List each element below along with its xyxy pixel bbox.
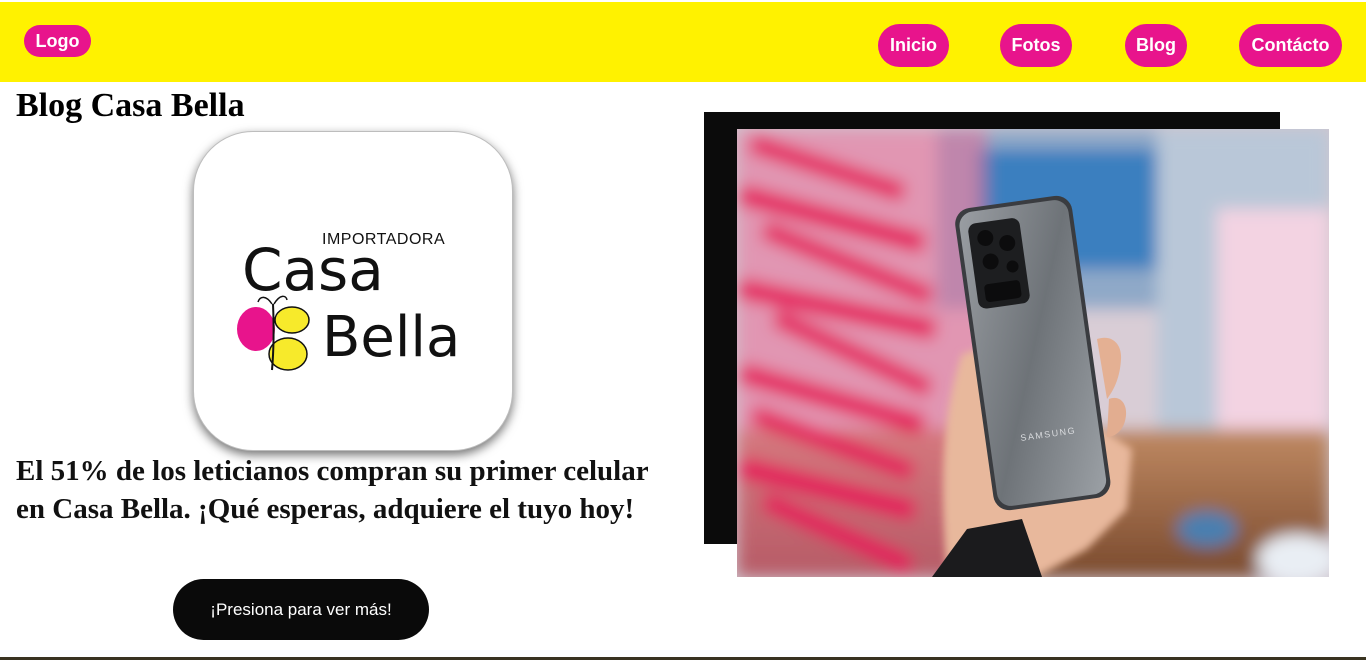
butterfly-icon	[237, 295, 310, 371]
nav-item-blog[interactable]: Blog	[1125, 24, 1187, 67]
promo-text: El 51% de los leticianos compran su prim…	[16, 455, 649, 525]
nav-item-contacto[interactable]: Contácto	[1239, 24, 1342, 67]
nav-item-inicio[interactable]: Inicio	[878, 24, 949, 67]
brand-line-bella: Bella	[322, 305, 460, 370]
logo-button[interactable]: Logo	[24, 25, 91, 57]
see-more-button[interactable]: ¡Presiona para ver más!	[173, 579, 429, 640]
casa-bella-logo: IMPORTADORA Casa Bella	[237, 231, 460, 371]
hand-holding-phone-image: SAMSUNG	[737, 129, 1329, 577]
phone-photo: SAMSUNG	[737, 129, 1329, 577]
brand-line-casa: Casa	[242, 236, 384, 304]
brand-logo-badge: IMPORTADORA Casa Bella	[193, 131, 513, 451]
page-title: Blog Casa Bella	[16, 87, 245, 124]
nav-item-fotos[interactable]: Fotos	[1000, 24, 1072, 67]
